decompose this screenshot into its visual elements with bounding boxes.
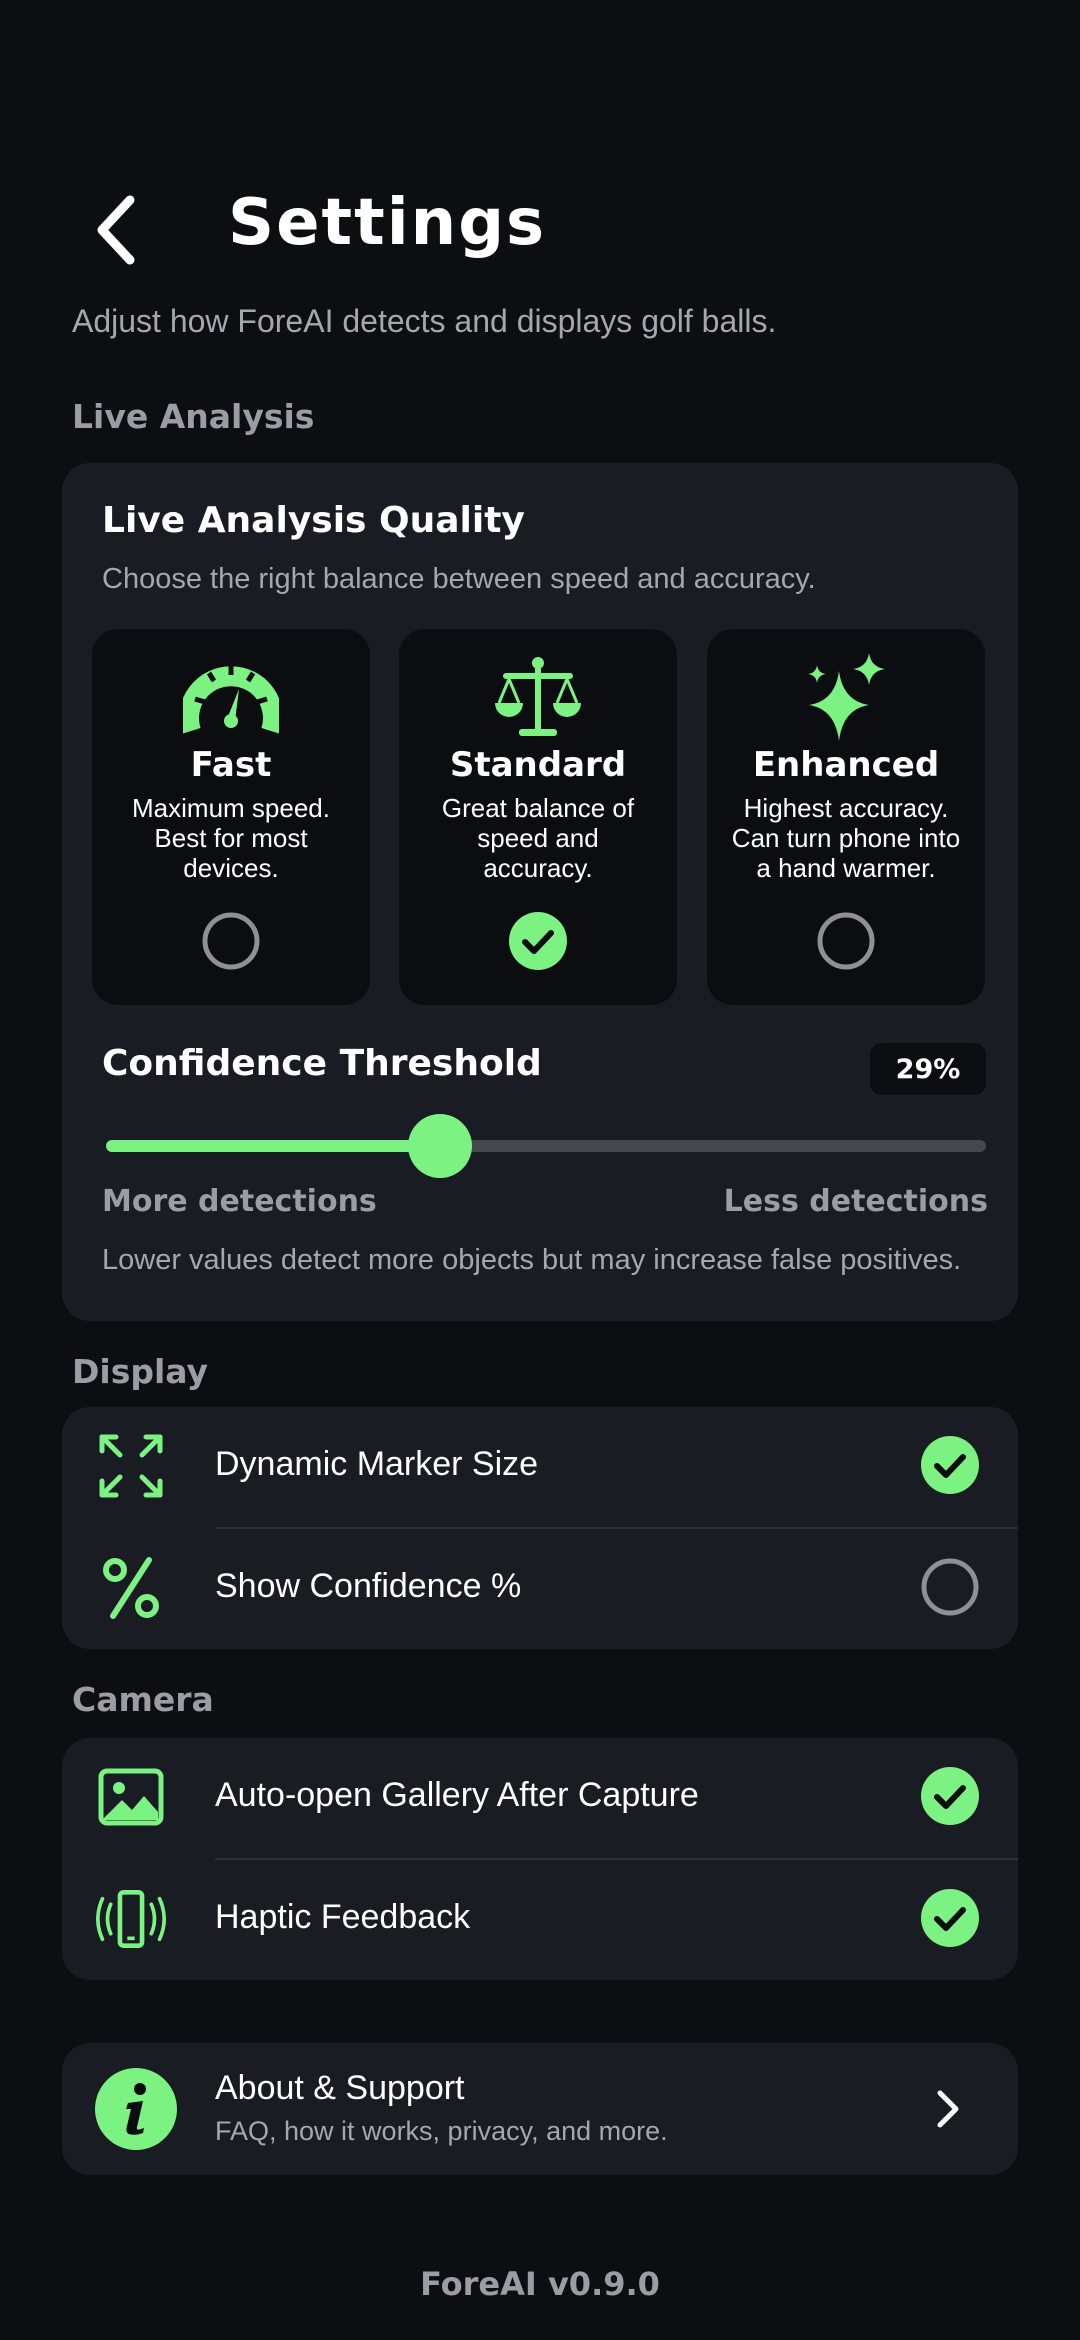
back-button[interactable] <box>78 180 158 280</box>
chevron-left-icon <box>97 195 135 265</box>
radio-unchecked-icon <box>817 912 875 970</box>
chevron-right-icon <box>937 2090 959 2128</box>
row-label: Haptic Feedback <box>215 1898 471 1936</box>
page-subtitle: Adjust how ForeAI detects and displays g… <box>72 303 777 339</box>
confidence-value-badge: 29% <box>870 1043 986 1095</box>
toggle-dynamic-marker-size[interactable]: Dynamic Marker Size <box>62 1407 1018 1527</box>
row-label: Dynamic Marker Size <box>215 1445 539 1483</box>
mode-description: Great balance of speed and accuracy. <box>441 793 635 883</box>
mode-name: Enhanced <box>752 745 940 785</box>
display-settings-card: Dynamic Marker Size Show Confidence % <box>62 1407 1018 1649</box>
section-label-camera: Camera <box>72 1680 214 1719</box>
radio-unchecked-icon <box>921 1558 979 1616</box>
row-label: Show Confidence % <box>215 1567 522 1605</box>
check-circle-icon <box>921 1767 979 1825</box>
mode-description: Highest accuracy. Can turn phone into a … <box>731 793 961 883</box>
mode-card-standard[interactable]: Standard Great balance of speed and accu… <box>399 629 677 1005</box>
scale-icon <box>399 647 677 747</box>
phone-vibrate-icon <box>96 1884 166 1954</box>
check-circle-icon <box>921 1889 979 1947</box>
section-label-live-analysis: Live Analysis <box>72 397 315 436</box>
confidence-hint: Lower values detect more objects but may… <box>102 1244 962 1276</box>
toggle-show-confidence[interactable]: Show Confidence % <box>62 1529 1018 1649</box>
camera-settings-card: Auto-open Gallery After Capture Haptic F… <box>62 1738 1018 1980</box>
confidence-slider[interactable] <box>106 1110 986 1180</box>
about-subtitle: FAQ, how it works, privacy, and more. <box>215 2116 668 2146</box>
mode-name: Standard <box>449 745 627 785</box>
page-title: Settings <box>228 186 547 260</box>
quality-description: Choose the right balance between speed a… <box>102 563 816 595</box>
slider-thumb[interactable] <box>408 1114 473 1178</box>
radio-unchecked-icon <box>202 912 260 970</box>
row-label: Auto-open Gallery After Capture <box>215 1776 699 1814</box>
speedometer-icon <box>92 647 370 747</box>
mode-card-enhanced[interactable]: Enhanced Highest accuracy. Can turn phon… <box>707 629 985 1005</box>
image-icon <box>96 1762 166 1832</box>
check-circle-icon <box>509 912 567 970</box>
percent-icon <box>96 1553 166 1623</box>
mode-description: Maximum speed. Best for most devices. <box>132 793 330 883</box>
section-label-display: Display <box>72 1352 209 1391</box>
mode-card-fast[interactable]: Fast Maximum speed. Best for most device… <box>92 629 370 1005</box>
slider-fill <box>106 1140 441 1152</box>
check-circle-icon <box>921 1436 979 1494</box>
about-title: About & Support <box>215 2069 465 2107</box>
expand-arrows-icon <box>96 1431 166 1501</box>
toggle-auto-open-gallery[interactable]: Auto-open Gallery After Capture <box>62 1738 1018 1858</box>
mode-name: Fast <box>190 745 272 785</box>
app-version: ForeAI v0.9.0 <box>420 2265 660 2303</box>
toggle-haptic-feedback[interactable]: Haptic Feedback <box>62 1860 1018 1980</box>
sparkles-icon <box>707 647 985 747</box>
quality-title: Live Analysis Quality <box>102 500 525 541</box>
confidence-threshold-title: Confidence Threshold <box>102 1043 542 1084</box>
slider-max-label: Less detections <box>723 1184 988 1219</box>
info-icon <box>95 2068 177 2150</box>
about-support-row[interactable]: About & Support FAQ, how it works, priva… <box>62 2043 1018 2175</box>
slider-min-label: More detections <box>102 1184 377 1219</box>
